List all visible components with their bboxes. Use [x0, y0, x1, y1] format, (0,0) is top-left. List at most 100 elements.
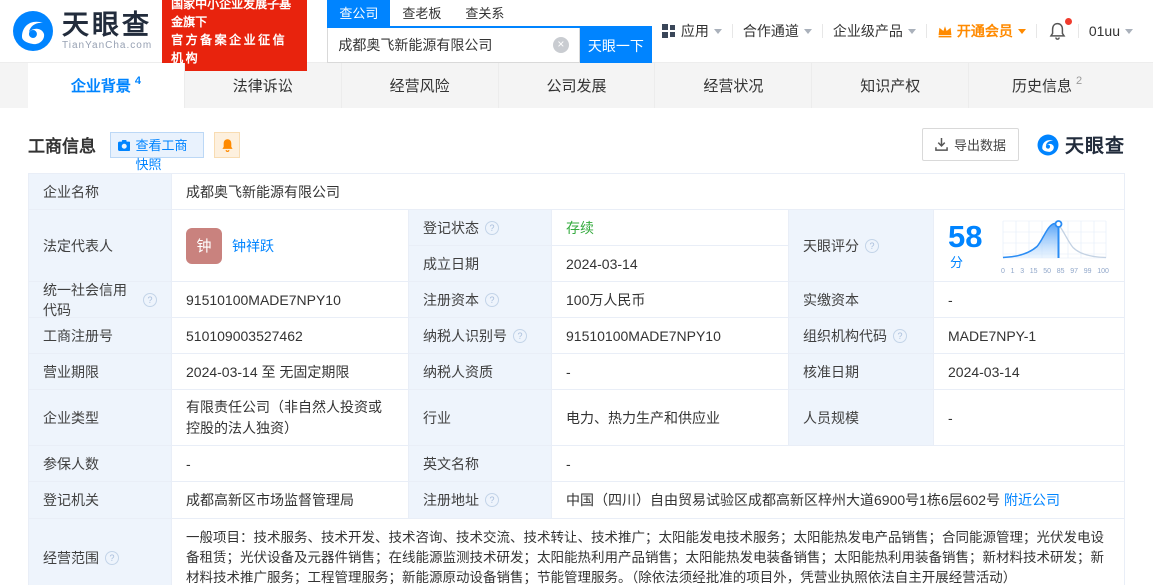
field-score-value: 58分 0 1 3 15 50 85 97 99 100	[934, 210, 1124, 282]
field-taxpayer-quality-value: -	[552, 354, 789, 390]
clear-search-icon[interactable]: ×	[552, 37, 569, 53]
score-distribution-chart: 01 3 15 50 85 97 99 100	[1000, 217, 1110, 275]
field-paid-capital-label: 实缴资本	[789, 282, 934, 318]
monitor-bell-button[interactable]	[214, 131, 240, 158]
field-insured-count-value: -	[172, 446, 409, 482]
business-info-header: 工商信息 查看工商快照 导出数据 天眼查	[0, 108, 1153, 173]
field-reg-address-label: 注册地址?	[409, 482, 552, 519]
tab-badge: 4	[134, 74, 141, 87]
nav-open-vip[interactable]: 开通会员	[927, 21, 1036, 41]
bell-icon	[1049, 22, 1066, 40]
tab-operation-risk[interactable]: 经营风险	[342, 63, 499, 108]
field-reg-status-label: 登记状态?	[409, 210, 552, 246]
top-nav: 应用 合作通道 企业级产品 开通会员 01uu	[652, 18, 1143, 41]
username: 01uu	[1088, 23, 1120, 39]
field-legal-rep-value: 钟 钟祥跃	[172, 210, 409, 282]
field-english-name-label: 英文名称	[409, 446, 552, 482]
field-english-name-value: -	[552, 446, 1124, 482]
tab-business-background[interactable]: 企业背景 4	[28, 63, 185, 108]
crown-icon	[938, 26, 952, 38]
field-credit-code-value: 91510100MADE7NPY10	[172, 282, 409, 318]
notifications-bell[interactable]	[1037, 18, 1078, 40]
logo-domain: TianYanCha.com	[62, 40, 153, 51]
field-reg-number-label: 工商注册号	[29, 318, 172, 354]
field-reg-authority-label: 登记机关	[29, 482, 172, 519]
field-company-name-label: 企业名称	[29, 174, 172, 210]
chevron-down-icon	[1017, 28, 1026, 34]
score-chart-x-axis: 01 3 15 50 85 97 99 100	[1001, 267, 1109, 275]
field-company-type-label: 企业类型	[29, 390, 172, 446]
field-org-code-label: 组织机构代码?	[789, 318, 934, 354]
gov-badge-line2: 官方备案企业征信机构	[171, 33, 288, 65]
field-reg-status-value: 存续	[552, 210, 789, 246]
gov-badge: 国家中小企业发展子基金旗下 官方备案企业征信机构	[162, 0, 308, 71]
search-tabs: 查公司 查老板 查关系	[327, 0, 652, 28]
chevron-down-icon	[713, 28, 722, 34]
field-reg-number-value: 510109003527462	[172, 318, 409, 354]
download-icon	[935, 138, 948, 151]
notification-dot	[1064, 18, 1072, 25]
grid-icon	[661, 24, 675, 38]
field-business-term-label: 营业期限	[29, 354, 172, 390]
search-tab-company[interactable]: 查公司	[327, 0, 391, 26]
nav-apps[interactable]: 应用	[652, 21, 732, 41]
tab-company-development[interactable]: 公司发展	[499, 63, 656, 108]
field-establish-date-value: 2024-03-14	[552, 246, 789, 282]
help-icon[interactable]: ?	[105, 551, 119, 565]
logo-title: 天眼查	[62, 10, 152, 40]
field-paid-capital-value: -	[934, 282, 1124, 318]
field-score-label: 天眼评分?	[789, 210, 934, 282]
field-legal-rep-label: 法定代表人	[29, 210, 172, 282]
tab-operation-status[interactable]: 经营状况	[655, 63, 813, 108]
field-org-code-value: MADE7NPY-1	[934, 318, 1124, 354]
field-staff-size-label: 人员规模	[789, 390, 934, 446]
gov-badge-line1: 国家中小企业发展子基金旗下	[171, 0, 292, 29]
search-tab-boss[interactable]: 查老板	[390, 0, 453, 26]
legal-rep-link[interactable]: 钟祥跃	[232, 236, 274, 256]
field-approval-date-label: 核准日期	[789, 354, 934, 390]
tianyancha-logo[interactable]: 天眼查 TianYanCha.com	[12, 10, 152, 52]
chevron-down-icon	[1125, 28, 1133, 34]
score-number: 58	[948, 218, 983, 254]
chevron-down-icon	[907, 28, 916, 34]
tab-intellectual-property[interactable]: 知识产权	[812, 63, 970, 108]
tab-badge: 2	[1076, 74, 1083, 87]
field-taxpayer-id-value: 91510100MADE7NPY10	[552, 318, 789, 354]
help-icon[interactable]: ?	[485, 292, 499, 307]
help-icon[interactable]: ?	[893, 328, 907, 343]
nav-enterprise-products[interactable]: 企业级产品	[823, 21, 926, 41]
field-business-scope-label: 经营范围?	[29, 519, 172, 585]
field-reg-capital-value: 100万人民币	[552, 282, 789, 318]
help-icon[interactable]: ?	[485, 493, 499, 507]
field-approval-date-value: 2024-03-14	[934, 354, 1124, 390]
tab-legal-litigation[interactable]: 法律诉讼	[185, 63, 342, 108]
top-header: 天眼查 TianYanCha.com 国家中小企业发展子基金旗下 官方备案企业征…	[0, 0, 1153, 71]
help-icon[interactable]: ?	[513, 328, 527, 343]
logo-swirl-icon	[1037, 134, 1059, 155]
field-staff-size-value: -	[934, 390, 1124, 446]
export-data-button[interactable]: 导出数据	[921, 128, 1019, 161]
field-taxpayer-id-label: 纳税人识别号?	[409, 318, 552, 354]
help-icon[interactable]: ?	[485, 220, 499, 235]
field-reg-authority-value: 成都高新区市场监督管理局	[172, 482, 409, 519]
nav-partner-channel[interactable]: 合作通道	[733, 21, 822, 41]
help-icon[interactable]: ?	[865, 238, 879, 253]
help-icon[interactable]: ?	[143, 292, 157, 307]
search-button[interactable]: 天眼一下	[579, 28, 652, 63]
nearby-companies-link[interactable]: 附近公司	[1004, 490, 1060, 510]
search-tab-relation[interactable]: 查关系	[453, 0, 516, 26]
view-snapshot-button[interactable]: 查看工商快照	[110, 131, 204, 172]
tianyancha-watermark: 天眼查	[1037, 131, 1125, 158]
section-title: 工商信息	[28, 137, 96, 156]
field-business-scope-value: 一般项目：技术服务、技术开发、技术咨询、技术交流、技术转让、技术推广；太阳能发电…	[172, 519, 1124, 585]
chevron-down-icon	[803, 28, 812, 34]
field-credit-code-label: 统一社会信用代码?	[29, 282, 172, 318]
field-reg-address-value: 中国（四川）自由贸易试验区成都高新区梓州大道6900号1栋6层602号 附近公司	[552, 482, 1124, 519]
logo-swirl-icon	[13, 11, 53, 51]
field-company-type-value: 有限责任公司（非自然人投资或控股的法人独资）	[172, 390, 409, 446]
search-input-value: 成都奥飞新能源有限公司	[338, 37, 493, 53]
tab-history-info[interactable]: 历史信息 2	[969, 63, 1125, 108]
search-input[interactable]: 成都奥飞新能源有限公司 ×	[327, 28, 580, 63]
user-menu[interactable]: 01uu	[1079, 23, 1143, 39]
legal-rep-avatar[interactable]: 钟	[186, 227, 222, 264]
